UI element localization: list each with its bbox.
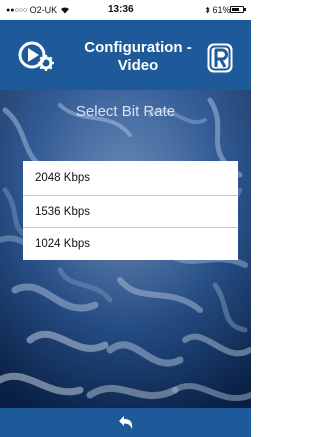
section-title: Select Bit Rate	[75, 103, 176, 120]
video-settings-icon[interactable]	[18, 41, 60, 73]
page-title-line2: Video	[117, 57, 159, 74]
battery-text: 61%	[212, 5, 231, 15]
wifi-icon	[60, 7, 69, 14]
footer-bar	[0, 408, 251, 437]
carrier-info: ●●○○○ O2-UK	[6, 5, 70, 15]
page-title: Configuration - Video	[72, 39, 204, 75]
signal-strength-icon: ●●○○○	[6, 7, 28, 14]
back-arrow-icon[interactable]	[115, 413, 137, 433]
battery-icon	[230, 6, 246, 13]
page-title-line1: Configuration -	[84, 39, 192, 56]
app-logo-icon[interactable]	[206, 42, 234, 74]
clock: 13:36	[108, 4, 134, 15]
bitrate-option-1536[interactable]: 1536 Kbps	[23, 196, 238, 228]
bitrate-option-1024[interactable]: 1024 Kbps	[23, 228, 238, 260]
header: Configuration - Video	[0, 20, 251, 90]
carrier-name: O2-UK	[29, 5, 58, 15]
main-content: Select Bit Rate 2048 Kbps 1536 Kbps 1024…	[0, 90, 251, 408]
battery-percentage: 61%	[205, 5, 231, 15]
bitrate-option-2048[interactable]: 2048 Kbps	[23, 161, 238, 196]
bluetooth-icon	[205, 6, 210, 14]
status-bar: ●●○○○ O2-UK 13:36 61%	[0, 0, 251, 20]
bitrate-list: 2048 Kbps 1536 Kbps 1024 Kbps	[23, 161, 238, 260]
